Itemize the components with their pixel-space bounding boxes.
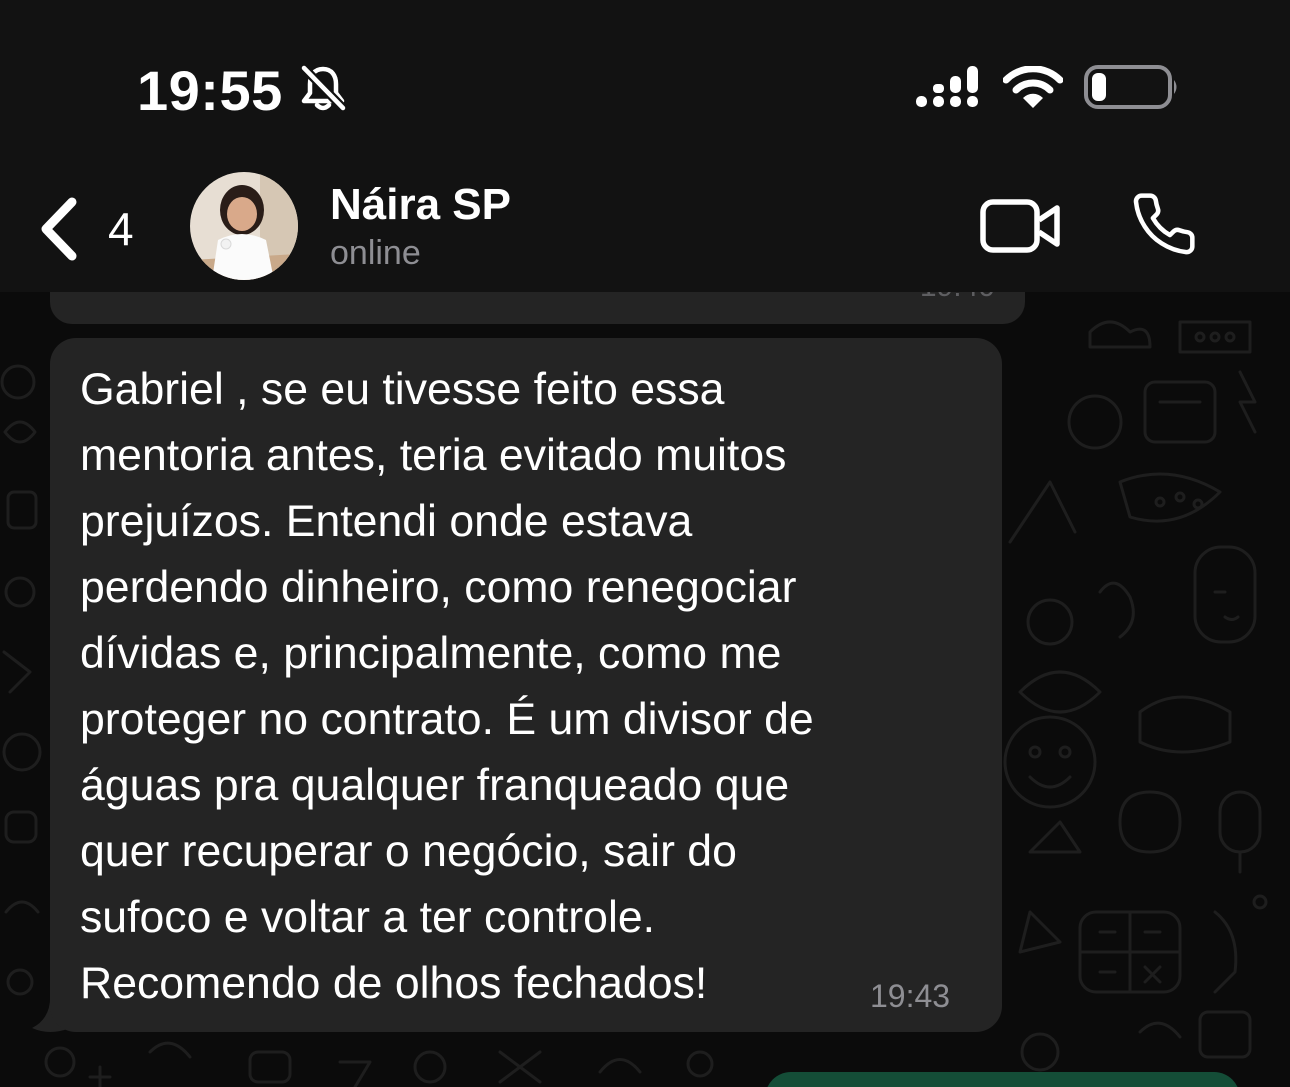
message-time: 19:43 [870, 978, 951, 1014]
video-camera-icon [980, 199, 1060, 253]
chat-area[interactable]: 19:40 Gabriel , se eu tivesse feito essa… [0, 292, 1290, 1087]
outgoing-message-bubble[interactable] [765, 1072, 1240, 1087]
phone-icon [1133, 193, 1195, 255]
avatar[interactable] [190, 172, 298, 280]
bell-slash-icon [299, 64, 348, 112]
chat-header: 4 Náira SP online [0, 160, 1290, 292]
signal-icon [916, 66, 978, 107]
message-text: Gabriel , se eu tivesse feito essa mento… [80, 365, 814, 1008]
contact-status: online [330, 234, 421, 272]
previous-message-bubble[interactable]: 19:40 [50, 292, 1025, 324]
avatar-photo [190, 172, 298, 280]
video-call-button[interactable] [980, 198, 1062, 259]
previous-message-time: 19:40 [920, 292, 995, 304]
back-button[interactable] [36, 196, 86, 267]
unread-count[interactable]: 4 [108, 202, 134, 256]
contact-name[interactable]: Náira SP [330, 180, 511, 230]
message-bubble[interactable]: Gabriel , se eu tivesse feito essa mento… [50, 338, 1002, 1032]
status-bar: 19:55 [0, 0, 1290, 160]
voice-call-button[interactable] [1130, 190, 1198, 263]
wifi-icon [1003, 66, 1063, 108]
chevron-left-icon [41, 197, 77, 261]
status-time: 19:55 [137, 59, 283, 122]
battery-icon [1084, 65, 1177, 109]
